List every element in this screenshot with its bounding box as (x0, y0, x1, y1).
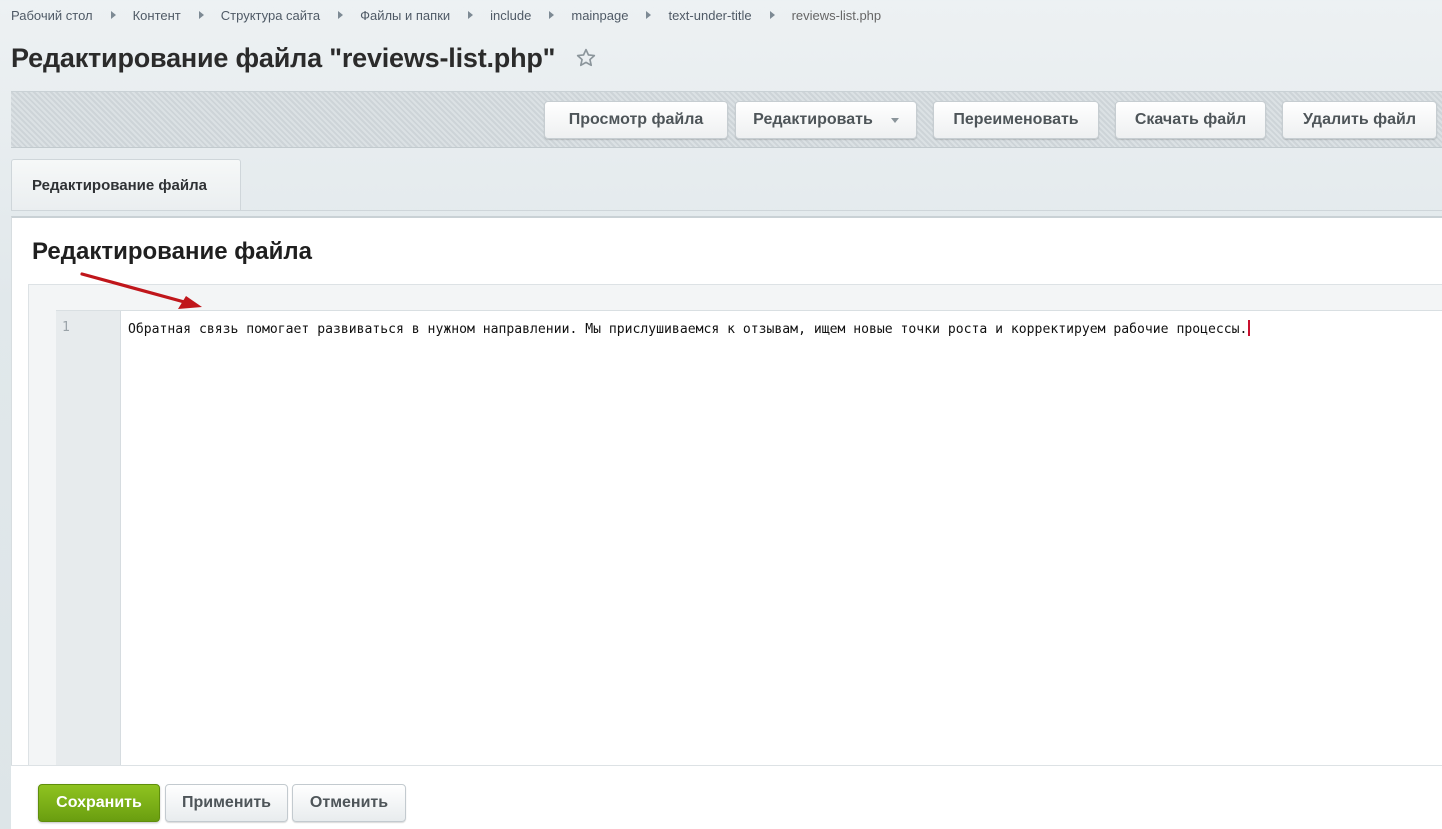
editor-frame: 1 Обратная связь помогает развиваться в … (28, 284, 1442, 769)
code-line[interactable]: Обратная связь помогает развиваться в ну… (128, 320, 1251, 337)
cancel-label: Отменить (309, 794, 389, 811)
tab-edit-file[interactable]: Редактирование файла (11, 159, 241, 211)
breadcrumb-separator-icon (338, 11, 344, 19)
tab-divider (11, 210, 1442, 211)
delete-file-button[interactable]: Удалить файл (1282, 101, 1437, 139)
breadcrumb-separator-icon (646, 11, 652, 19)
section-title: Редактирование файла (32, 238, 312, 265)
download-file-label: Скачать файл (1134, 111, 1247, 128)
tab-label: Редактирование файла (32, 177, 207, 194)
rename-button[interactable]: Переименовать (933, 101, 1099, 139)
rename-label: Переименовать (953, 111, 1079, 128)
breadcrumb-item-site-structure[interactable]: Структура сайта (221, 8, 320, 23)
code-line-text: Обратная связь помогает развиваться в ну… (128, 322, 1248, 337)
delete-file-label: Удалить файл (1302, 111, 1416, 128)
page-header: Редактирование файла "reviews-list.php" (11, 40, 599, 76)
breadcrumb-current: reviews-list.php (791, 7, 882, 23)
breadcrumb-separator-icon (549, 11, 555, 19)
star-icon[interactable] (575, 46, 599, 70)
breadcrumb-item-mainpage[interactable]: mainpage (571, 8, 628, 23)
download-file-button[interactable]: Скачать файл (1115, 101, 1266, 139)
breadcrumb-item-include[interactable]: include (490, 8, 531, 23)
breadcrumb-separator-icon (769, 11, 775, 19)
breadcrumb-separator-icon (468, 11, 474, 19)
breadcrumb-item-content[interactable]: Контент (133, 8, 181, 23)
breadcrumb-separator-icon (110, 11, 116, 19)
save-button[interactable]: Сохранить (38, 784, 160, 822)
breadcrumb-item-text-under-title[interactable]: text-under-title (668, 8, 751, 23)
save-label: Сохранить (56, 794, 142, 811)
chevron-down-icon (890, 117, 899, 123)
code-editor[interactable]: 1 Обратная связь помогает развиваться в … (56, 310, 1442, 769)
cancel-button[interactable]: Отменить (292, 784, 406, 822)
line-number: 1 (62, 320, 70, 335)
toolbar: Просмотр файла Редактировать Переименова… (11, 91, 1442, 148)
text-cursor (1248, 320, 1251, 336)
breadcrumb-item-desktop[interactable]: Рабочий стол (11, 8, 93, 23)
line-number-gutter: 1 (56, 311, 121, 769)
page-title: Редактирование файла "reviews-list.php" (11, 42, 556, 73)
breadcrumb-separator-icon (198, 11, 204, 19)
apply-button[interactable]: Применить (165, 784, 288, 822)
view-file-button[interactable]: Просмотр файла (544, 101, 728, 139)
edit-label: Редактировать (753, 111, 873, 128)
main-panel: Редактирование файла 1 Обратная связь по… (11, 216, 1442, 829)
view-file-label: Просмотр файла (568, 111, 704, 128)
breadcrumb: Рабочий стол Контент Структура сайта Фай… (11, 6, 881, 24)
footer-actions: Сохранить Применить Отменить (11, 765, 1442, 829)
edit-dropdown-button[interactable]: Редактировать (735, 101, 917, 139)
apply-label: Применить (181, 794, 271, 811)
breadcrumb-item-files-and-folders[interactable]: Файлы и папки (360, 8, 450, 23)
